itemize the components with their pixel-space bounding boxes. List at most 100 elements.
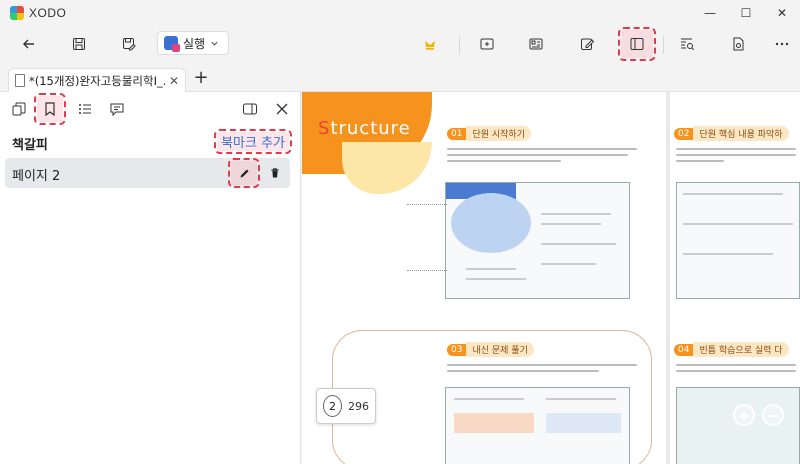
tab-bookmarks[interactable] xyxy=(34,93,66,125)
comment-icon xyxy=(110,103,124,117)
section-body-text xyxy=(676,364,796,376)
preview-row xyxy=(683,223,793,225)
decorative-yellow-shape xyxy=(342,142,432,194)
panel-title: 책갈피 xyxy=(12,138,48,153)
more-icon xyxy=(775,42,789,46)
lightbulb-icon xyxy=(425,41,435,50)
insert-page-icon xyxy=(480,38,494,50)
tab-comments[interactable] xyxy=(104,96,130,122)
tab-close-icon[interactable]: ✕ xyxy=(169,74,179,88)
app-logo: XODO xyxy=(10,6,66,20)
panel-tabs xyxy=(0,92,300,125)
document-tab-bar: *(15개정)완자고등물리학Ⅰ_... ✕ + xyxy=(0,64,800,92)
save-button[interactable] xyxy=(63,30,95,58)
side-panel-icon xyxy=(630,38,644,50)
section-number: 01 xyxy=(447,127,467,140)
document-viewer[interactable]: Structure 01 단원 시작하기 03 내신 문제 풀기 02 단원 핵… xyxy=(302,92,800,464)
document-info-button[interactable] xyxy=(722,30,754,58)
preview-row xyxy=(683,193,783,195)
edit-bookmark-button[interactable] xyxy=(228,158,260,188)
section-title: 빈틈 학습으로 실력 다 xyxy=(693,342,789,357)
preview-row xyxy=(683,253,773,255)
toggle-side-panel-button[interactable] xyxy=(618,27,656,61)
structure-rest: tructure xyxy=(330,118,411,139)
more-options-button[interactable] xyxy=(766,30,798,58)
tab-thumbnails[interactable] xyxy=(6,96,32,122)
bookmark-label: 페이지 2 xyxy=(12,169,61,184)
toolbar-divider xyxy=(459,36,460,54)
maximize-button[interactable]: ☐ xyxy=(728,0,764,26)
section-body-text xyxy=(447,148,637,166)
callout-line xyxy=(407,270,447,271)
search-panel-icon xyxy=(681,38,695,51)
bookmark-item[interactable]: 페이지 2 xyxy=(5,158,290,188)
dock-panel-icon xyxy=(243,103,257,115)
section-number: 02 xyxy=(674,127,694,140)
delete-bookmark-button[interactable] xyxy=(263,161,287,185)
save-icon xyxy=(73,38,85,50)
section-heading: 02 단원 핵심 내용 파악하 xyxy=(674,126,789,141)
document-file-icon xyxy=(15,74,25,87)
zoom-in-button[interactable]: + xyxy=(733,404,755,426)
dock-panel-button[interactable] xyxy=(237,96,263,122)
current-page-number[interactable]: 2 xyxy=(323,395,342,417)
section-heading: 01 단원 시작하기 xyxy=(447,126,531,141)
section-number: 04 xyxy=(674,343,694,356)
preview-blob xyxy=(451,193,531,253)
new-tab-button[interactable]: + xyxy=(192,69,210,87)
tips-button[interactable] xyxy=(414,30,446,58)
structure-first-letter: S xyxy=(318,118,331,139)
preview-row xyxy=(454,398,524,400)
preview-row xyxy=(541,213,611,215)
page-indicator[interactable]: 2 296 xyxy=(316,388,376,424)
page-preview-image xyxy=(445,387,630,464)
trash-icon xyxy=(271,168,279,178)
back-button[interactable] xyxy=(13,30,45,58)
total-pages: 296 xyxy=(348,399,369,413)
bookmark-icon xyxy=(45,102,55,117)
add-bookmark-button[interactable]: 북마크 추가 xyxy=(214,129,292,154)
action-select-label: 실행 xyxy=(183,36,206,51)
tab-outline[interactable] xyxy=(72,96,98,122)
section-heading: 04 빈틈 학습으로 실력 다 xyxy=(674,342,789,357)
section-body-text xyxy=(447,364,637,376)
section-title: 단원 핵심 내용 파악하 xyxy=(693,126,789,141)
section-number: 03 xyxy=(447,343,467,356)
back-icon xyxy=(23,39,34,49)
close-panel-button[interactable] xyxy=(269,96,295,122)
xodo-logo-icon xyxy=(10,6,24,20)
search-panel-button[interactable] xyxy=(671,30,703,58)
compare-button[interactable] xyxy=(520,30,552,58)
close-icon xyxy=(276,103,288,115)
page-preview-image xyxy=(445,182,630,299)
document-tab[interactable]: *(15개정)완자고등물리학Ⅰ_... ✕ xyxy=(8,68,186,92)
structure-heading: Structure xyxy=(318,118,411,139)
edit-button[interactable] xyxy=(571,30,603,58)
preview-row xyxy=(546,398,616,400)
preview-figure xyxy=(546,413,621,433)
chevron-down-icon xyxy=(211,41,218,46)
minimize-button[interactable]: — xyxy=(692,0,728,26)
zoom-in-icon: + xyxy=(737,405,751,425)
title-bar: XODO — ☐ ✕ xyxy=(0,0,800,26)
close-window-button[interactable]: ✕ xyxy=(764,0,800,26)
panel-header: 책갈피 북마크 추가 xyxy=(0,129,301,154)
list-icon xyxy=(79,104,91,114)
thumbnails-icon xyxy=(12,102,26,116)
callout-line xyxy=(407,204,447,205)
zoom-out-button[interactable]: − xyxy=(762,404,784,426)
action-select[interactable]: 실행 xyxy=(157,31,229,55)
preview-row xyxy=(541,223,601,225)
page-preview-image xyxy=(676,182,800,299)
preview-row xyxy=(541,243,616,245)
page-preview-image xyxy=(676,387,800,464)
document-info-icon xyxy=(733,37,744,51)
section-title: 단원 시작하기 xyxy=(466,126,531,141)
main-toolbar: 실행 xyxy=(0,26,800,62)
preview-row xyxy=(541,263,596,265)
app-name: XODO xyxy=(29,6,67,20)
section-heading: 03 내신 문제 풀기 xyxy=(447,342,534,357)
insert-page-button[interactable] xyxy=(471,30,503,58)
save-as-button[interactable] xyxy=(113,30,145,58)
edit-icon xyxy=(581,38,595,50)
